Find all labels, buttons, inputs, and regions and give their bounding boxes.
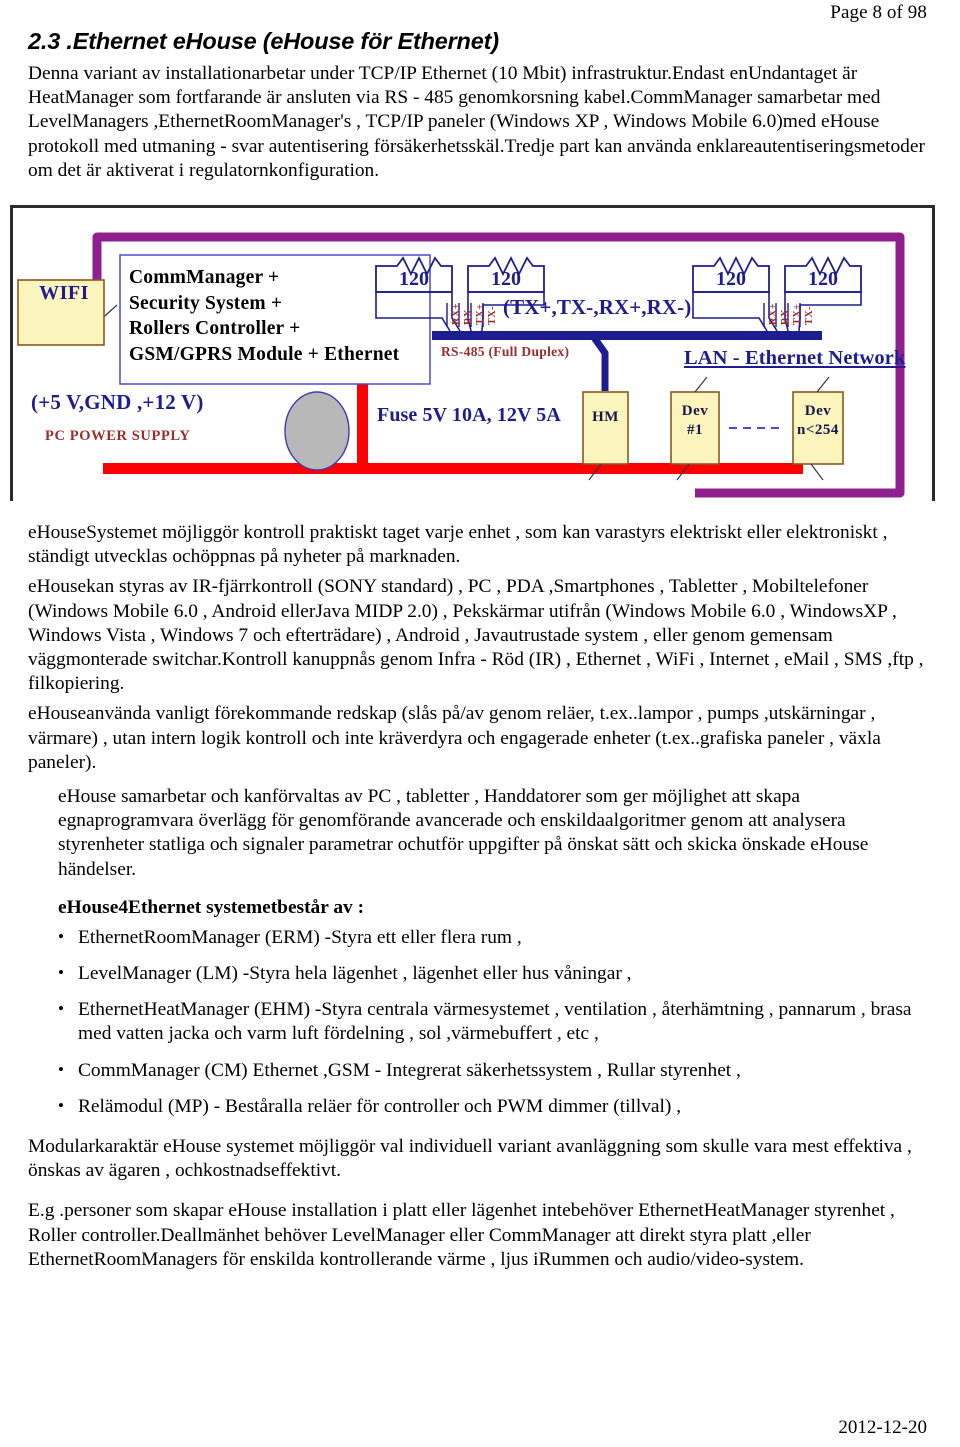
closing-paragraph-2: E.g .personer som skapar eHouse installa… xyxy=(28,1200,895,1270)
lan-network-label: LAN - Ethernet Network xyxy=(684,347,906,370)
resistor-1-value: 120 xyxy=(399,268,429,291)
resistor-3-value: 120 xyxy=(716,268,746,291)
pin-label-tx-minus-right: TX- xyxy=(804,306,815,326)
body-paragraph-4: eHouse samarbetar och kanförvaltas av PC… xyxy=(58,786,869,880)
pin-label-rx-minus-left: RX- xyxy=(463,305,474,326)
document-page: Page 8 of 98 2.3 .Ethernet eHouse (eHous… xyxy=(0,0,960,1447)
power-bus-riser xyxy=(357,381,368,470)
page-title: 2.3 .Ethernet eHouse (eHouse för Etherne… xyxy=(28,28,499,54)
devn-device-label-line2: n<254 xyxy=(797,422,839,439)
pin-label-tx-minus-left: TX- xyxy=(487,306,498,326)
resistor-2-value: 120 xyxy=(491,268,521,291)
body-paragraph-3: eHouseanvända vanligt förekommande redsk… xyxy=(28,703,881,773)
pin-label-tx-plus-left: TX+ xyxy=(475,303,486,326)
list-item: LevelManager (LM) -Styra hela lägenhet ,… xyxy=(28,961,932,986)
closing-paragraph-1: Modularkaraktär eHouse systemet möjliggö… xyxy=(28,1136,912,1182)
list-item: EthernetHeatManager (EHM) -Styra central… xyxy=(28,997,932,1046)
resistor-4-value: 120 xyxy=(808,268,838,291)
pin-label-rx-minus-right: RX- xyxy=(780,305,791,326)
list-item: EthernetRoomManager (ERM) -Styra ett ell… xyxy=(28,925,932,950)
dev1-device-label-line1: Dev xyxy=(681,403,709,420)
devn-device-label-line1: Dev xyxy=(804,403,832,420)
rs485-bus-label: RS-485 (Full Duplex) xyxy=(441,344,570,360)
hm-device-box xyxy=(582,391,629,465)
pin-label-rx-plus-right: RX+ xyxy=(768,302,779,326)
power-connector-ellipse xyxy=(284,391,350,471)
body-paragraph-1: eHouseSystemet möjliggör kontroll prakti… xyxy=(28,522,888,568)
list-item: CommManager (CM) Ethernet ,GSM - Integre… xyxy=(28,1058,932,1083)
pin-label-tx-plus-right: TX+ xyxy=(792,303,803,326)
intro-paragraph: Denna variant av installationarbetar und… xyxy=(28,63,925,181)
hm-device-label: HM xyxy=(592,409,619,426)
wifi-box-label: WIFI xyxy=(39,282,89,305)
page-header: Page 8 of 98 xyxy=(28,0,932,24)
list-item: Relämodul (MP) - Beståralla reläer för c… xyxy=(28,1094,932,1119)
rs485-hm-drop xyxy=(590,333,609,392)
footer-date: 2012-12-20 xyxy=(838,1417,927,1438)
dev1-device-label-line2: #1 xyxy=(687,422,703,439)
ehouse-ethernet-diagram: WIFI CommManager + Security System + Rol… xyxy=(5,205,935,505)
page-footer: 2012-12-20 xyxy=(838,1417,927,1439)
commmanager-box-label: CommManager + Security System + Rollers … xyxy=(129,267,400,366)
rs485-bus-line xyxy=(432,331,822,341)
feature-list-heading: eHouse4Ethernet systemetbestår av : xyxy=(58,896,365,918)
txrx-pair-label: (TX+,TX-,RX+,RX-) xyxy=(503,295,692,320)
fuse-label: Fuse 5V 10A, 12V 5A xyxy=(377,404,561,427)
feature-list: EthernetRoomManager (ERM) -Styra ett ell… xyxy=(28,925,932,1119)
page-indicator: Page 8 of 98 xyxy=(830,2,927,23)
power-voltages-label: (+5 V,GND ,+12 V) xyxy=(31,390,204,415)
pin-label-rx-plus-left: RX+ xyxy=(451,302,462,326)
body-paragraph-2: eHousekan styras av IR-fjärrkontroll (SO… xyxy=(28,576,924,695)
power-supply-label: PC POWER SUPPLY xyxy=(45,428,191,445)
